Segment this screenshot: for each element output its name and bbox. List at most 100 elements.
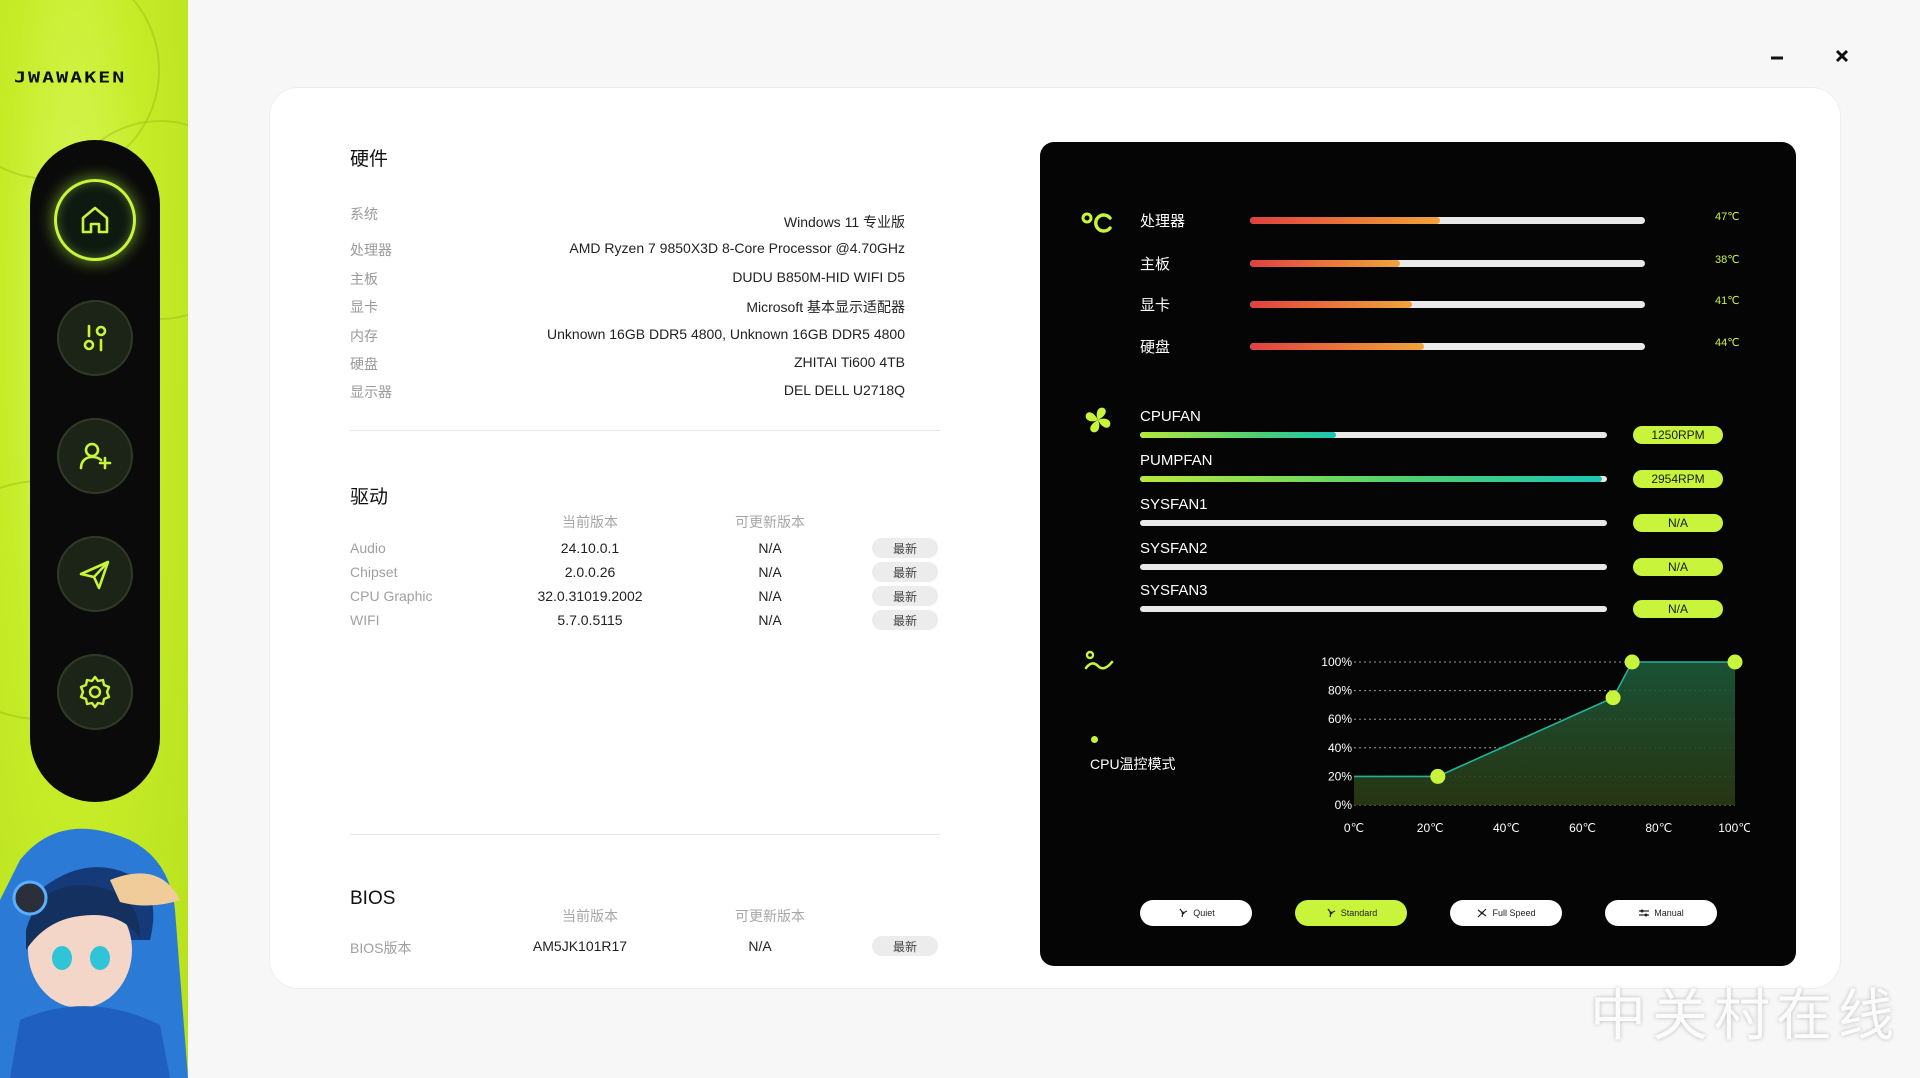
bios-latest-button[interactable]: 最新: [872, 936, 938, 956]
driver-update-version: N/A: [758, 612, 782, 628]
curve-mode-label: CPU温控模式: [1090, 756, 1176, 772]
temp-value: 38℃: [1715, 254, 1740, 266]
driver-latest-button[interactable]: 最新: [872, 562, 938, 582]
fan-speed-badge: N/A: [1633, 600, 1723, 618]
y-tick-label: 80%: [1328, 684, 1352, 698]
driver-row: CPU Graphic 32.0.31019.2002 N/A 最新: [350, 586, 940, 612]
curve-area: [1354, 662, 1735, 805]
temp-row-motherboard: 主板 38℃: [1140, 253, 1760, 277]
sidebar-item-home[interactable]: [57, 182, 133, 258]
mode-full-speed-button[interactable]: Full Speed: [1450, 900, 1562, 926]
temp-bar: [1250, 217, 1645, 224]
watermark: 中关村在线: [1590, 984, 1900, 1049]
hardware-row: 显卡 Microsoft 基本显示适配器: [350, 297, 905, 319]
standard-fan-icon: [1327, 908, 1336, 918]
driver-latest-button[interactable]: 最新: [872, 538, 938, 558]
bios-col-update: 可更新版本: [735, 908, 805, 924]
mode-indicator-dot: [1091, 736, 1098, 743]
mode-label: Standard: [1340, 908, 1378, 918]
x-tick-label: 20℃: [1417, 821, 1444, 835]
driver-name: Audio: [350, 540, 386, 556]
hardware-row: 主板 DUDU B850M-HID WIFI D5: [350, 269, 905, 291]
drivers-col-current: 当前版本: [562, 514, 618, 530]
sidebar-item-user[interactable]: [57, 418, 133, 494]
fan-row-sysfan3: SYSFAN3 N/A: [1140, 582, 1760, 622]
driver-row: Audio 24.10.0.1 N/A 最新: [350, 538, 940, 564]
fan-row-pumpfan: PUMPFAN 2954RPM: [1140, 452, 1760, 492]
sidebar-item-send[interactable]: [57, 536, 133, 612]
mode-label: Full Speed: [1492, 908, 1536, 918]
hardware-row: 显示器 DEL DELL U2718Q: [350, 382, 905, 404]
temp-row-gpu: 显卡 41℃: [1140, 294, 1760, 318]
full-speed-fan-icon: [1478, 908, 1487, 918]
mode-label: Manual: [1654, 908, 1684, 918]
temp-label: 处理器: [1140, 213, 1186, 230]
mode-standard-button[interactable]: Standard: [1295, 900, 1407, 926]
hardware-value: DEL DELL U2718Q: [783, 382, 905, 398]
driver-row: WIFI 5.7.0.5115 N/A 最新: [350, 610, 940, 636]
home-icon: [81, 206, 109, 234]
driver-row: Chipset 2.0.0.26 N/A 最新: [350, 562, 940, 588]
driver-name: CPU Graphic: [350, 588, 433, 604]
curve-handle[interactable]: [1727, 654, 1743, 670]
section-divider: [350, 430, 940, 431]
hardware-key: 硬盘: [350, 356, 378, 372]
close-icon: [1835, 49, 1849, 63]
driver-update-version: N/A: [758, 588, 782, 604]
y-tick-label: 0%: [1335, 798, 1353, 812]
gear-icon: [79, 675, 111, 709]
drivers-col-update: 可更新版本: [735, 514, 805, 530]
curve-handle[interactable]: [1624, 654, 1640, 670]
fan-speed-badge: 2954RPM: [1633, 470, 1723, 488]
temp-bar: [1250, 260, 1645, 267]
minimize-button[interactable]: [1763, 42, 1791, 70]
fan-bar: [1140, 432, 1607, 438]
hardware-value: ZHITAI Ti600 4TB: [794, 354, 905, 370]
driver-latest-button[interactable]: 最新: [872, 610, 938, 630]
curve-icon: [1084, 650, 1114, 670]
fan-bar: [1140, 520, 1607, 526]
hardware-key: 系统: [350, 206, 378, 222]
hardware-value: Unknown 16GB DDR5 4800, Unknown 16GB DDR…: [547, 326, 905, 342]
sidebar-item-tuning[interactable]: [57, 300, 133, 376]
bios-title: BIOS: [350, 888, 396, 909]
temp-label: 硬盘: [1140, 339, 1171, 356]
driver-name: WIFI: [350, 612, 380, 628]
temp-label: 显卡: [1140, 297, 1171, 314]
x-tick-label: 0℃: [1344, 821, 1364, 835]
curve-handle[interactable]: [1430, 768, 1446, 784]
hardware-value: Windows 11 专业版: [783, 214, 905, 230]
close-button[interactable]: [1828, 42, 1856, 70]
curve-handle[interactable]: [1605, 690, 1621, 706]
temp-bar: [1250, 301, 1645, 308]
y-tick-label: 20%: [1328, 769, 1352, 783]
section-divider: [350, 834, 940, 835]
temp-row-cpu: 处理器 47℃: [1140, 210, 1760, 234]
x-tick-label: 80℃: [1645, 821, 1672, 835]
driver-update-version: N/A: [758, 540, 782, 556]
fan-speed-badge: N/A: [1633, 558, 1723, 576]
sidebar-item-settings[interactable]: [57, 654, 133, 730]
fan-curve-chart[interactable]: 100% 80% 60% 40% 20% 0% 0℃ 20℃ 40℃ 60℃ 80℃ 100℃: [1280, 642, 1750, 862]
fan-speed-badge: N/A: [1633, 514, 1723, 532]
mode-manual-button[interactable]: Manual: [1605, 900, 1717, 926]
fan-speed-badge: 1250RPM: [1633, 426, 1723, 444]
driver-current-version: 5.7.0.5115: [557, 612, 623, 628]
hardware-row: 处理器 AMD Ryzen 7 9850X3D 8-Core Processor…: [350, 240, 905, 262]
fan-label: CPUFAN: [1140, 408, 1201, 425]
driver-name: Chipset: [350, 564, 398, 580]
hardware-key: 处理器: [350, 242, 392, 258]
sliders-icon: [83, 324, 107, 352]
mode-label: Quiet: [1193, 908, 1215, 918]
driver-latest-button[interactable]: 最新: [872, 586, 938, 606]
y-tick-label: 100%: [1321, 655, 1352, 669]
driver-update-version: N/A: [758, 564, 782, 580]
hardware-key: 显卡: [350, 299, 378, 315]
mode-quiet-button[interactable]: Quiet: [1140, 900, 1252, 926]
fan-row-sysfan1: SYSFAN1 N/A: [1140, 496, 1760, 536]
temp-value: 47℃: [1715, 211, 1740, 223]
x-tick-label: 40℃: [1493, 821, 1520, 835]
hardware-value: AMD Ryzen 7 9850X3D 8-Core Processor @4.…: [569, 240, 905, 256]
temp-bar-fill: [1250, 343, 1424, 350]
add-user-icon: [79, 442, 112, 470]
